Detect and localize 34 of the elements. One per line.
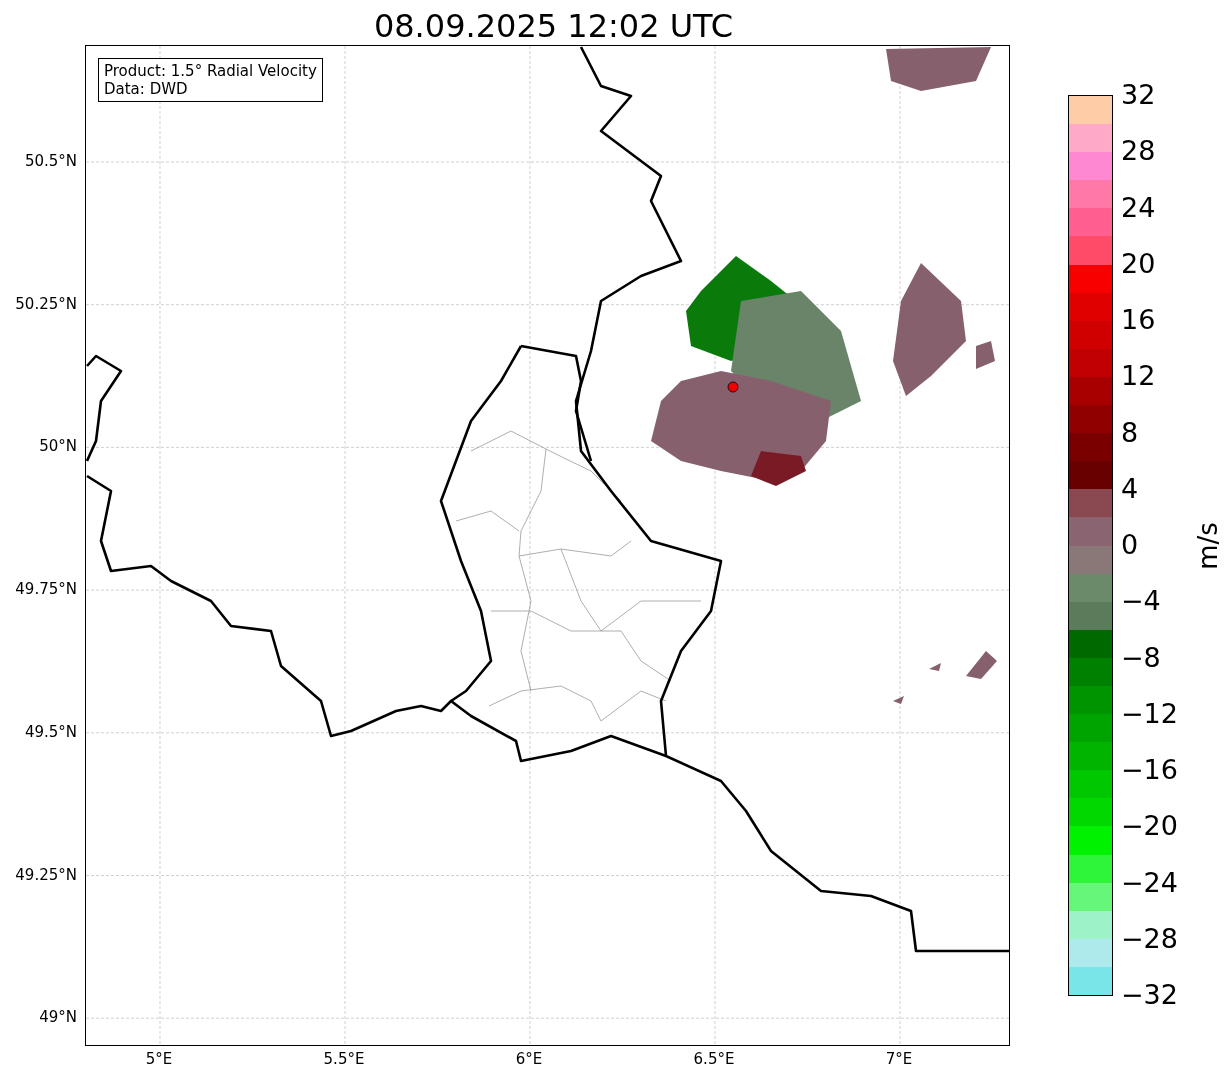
colorbar-tick-label: 28	[1121, 136, 1156, 167]
info-text: Product: 1.5° Radial Velocity	[104, 62, 317, 80]
longitude-label: 6.5°E	[693, 1050, 735, 1068]
colorbar-tick-label: −28	[1121, 923, 1178, 954]
longitude-label: 6°E	[515, 1050, 543, 1068]
colorbar-axis-label: m/s	[1193, 521, 1223, 570]
longitude-label: 5.5°E	[323, 1050, 365, 1068]
latitude-label: 49.75°N	[15, 580, 77, 599]
colorbar-tick-label: −24	[1121, 867, 1178, 898]
colorbar-tick-label: −32	[1121, 980, 1178, 1010]
latitude-label: 50°N	[39, 437, 77, 456]
latitude-label: 49°N	[39, 1008, 77, 1027]
colorbar-tick-label: −16	[1121, 755, 1178, 785]
colorbar-tick-label: 8	[1121, 417, 1139, 448]
plot-title: 08.09.2025 12:02 UTC	[373, 7, 734, 45]
latitude-label: 50.25°N	[15, 294, 77, 313]
colorbar-tick-label: 0	[1121, 530, 1139, 560]
colorbar-tick-label: 32	[1121, 80, 1156, 110]
longitude-label: 5°E	[145, 1050, 173, 1068]
latitude-label: 50.5°N	[24, 152, 77, 170]
colorbar-tick-label: −20	[1121, 811, 1178, 842]
longitude-label: 7°E	[885, 1050, 913, 1068]
colorbar-tick-label: −4	[1121, 586, 1161, 617]
colorbar-tick-label: 20	[1121, 248, 1156, 279]
latitude-label: 49.5°N	[24, 722, 77, 741]
latitude-label: 49.25°N	[15, 865, 77, 884]
colorbar-tick-label: 24	[1121, 192, 1156, 223]
colorbar-tick-label: 12	[1121, 361, 1156, 392]
colorbar-tick-label: 4	[1121, 473, 1139, 504]
radar-site-marker-icon	[727, 381, 739, 393]
colorbar-tick-label: −8	[1121, 642, 1161, 673]
info-text: Data: DWD	[104, 80, 189, 98]
colorbar-tick-label: 16	[1121, 305, 1156, 335]
colorbar-tick-label: −12	[1121, 698, 1178, 729]
